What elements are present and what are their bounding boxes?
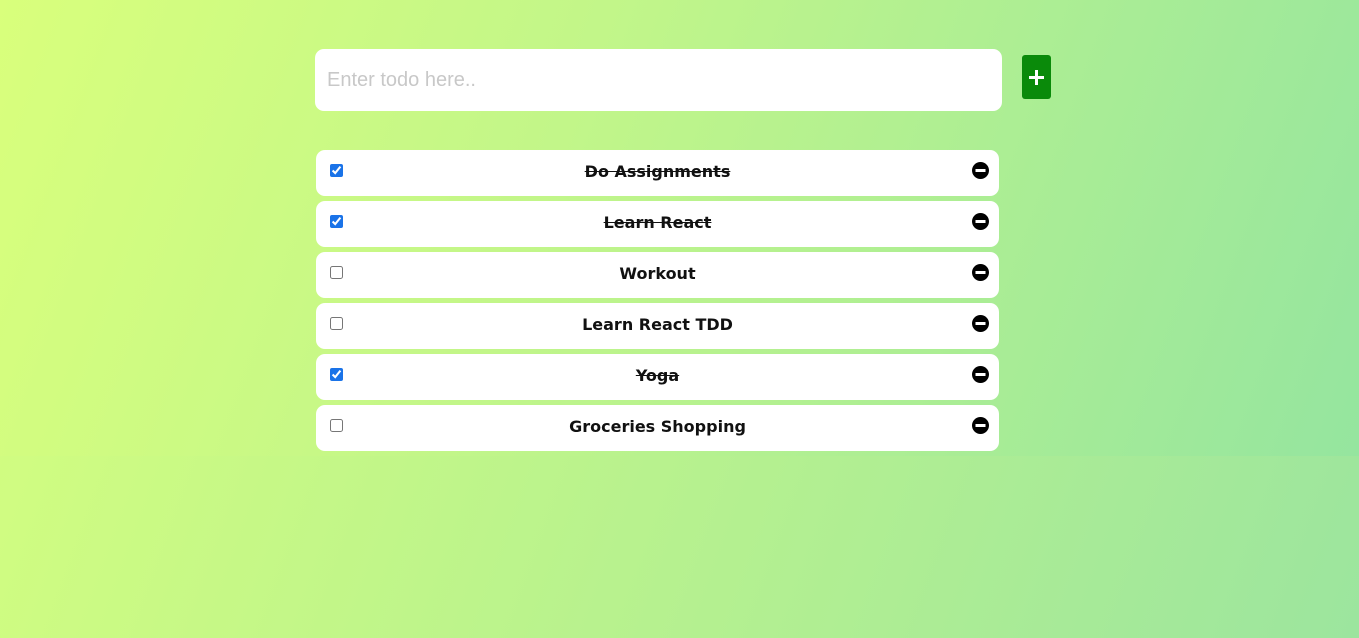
plus-icon — [1029, 70, 1044, 85]
minus-circle-icon — [972, 366, 989, 383]
remove-todo-button[interactable] — [972, 162, 989, 179]
todo-label: Groceries Shopping — [569, 417, 746, 436]
todo-item: Do Assignments — [316, 150, 999, 196]
todo-checkbox[interactable] — [330, 266, 343, 279]
todo-checkbox[interactable] — [330, 317, 343, 330]
remove-todo-button[interactable] — [972, 366, 989, 383]
todo-app: Do Assignments Learn React Workout — [0, 0, 1359, 456]
remove-todo-button[interactable] — [972, 213, 989, 230]
minus-circle-icon — [972, 162, 989, 179]
todo-checkbox[interactable] — [330, 215, 343, 228]
todo-input[interactable] — [315, 49, 1002, 111]
todo-item: Yoga — [316, 354, 999, 400]
remove-todo-button[interactable] — [972, 315, 989, 332]
add-todo-button[interactable] — [1022, 55, 1051, 99]
todo-label: Learn React — [603, 213, 712, 232]
todo-item: Learn React TDD — [316, 303, 999, 349]
todo-item: Learn React — [316, 201, 999, 247]
todo-checkbox[interactable] — [330, 419, 343, 432]
minus-circle-icon — [972, 213, 989, 230]
todo-label: Yoga — [635, 366, 680, 385]
todo-label: Learn React TDD — [582, 315, 733, 334]
new-todo-row — [315, 49, 1055, 111]
remove-todo-button[interactable] — [972, 264, 989, 281]
todo-label: Do Assignments — [584, 162, 731, 181]
todo-checkbox[interactable] — [330, 164, 343, 177]
todo-item: Groceries Shopping — [316, 405, 999, 451]
minus-circle-icon — [972, 264, 989, 281]
todo-label: Workout — [619, 264, 696, 283]
minus-circle-icon — [972, 315, 989, 332]
todo-item: Workout — [316, 252, 999, 298]
todo-list: Do Assignments Learn React Workout Learn… — [316, 150, 999, 456]
minus-circle-icon — [972, 417, 989, 434]
remove-todo-button[interactable] — [972, 417, 989, 434]
todo-checkbox[interactable] — [330, 368, 343, 381]
